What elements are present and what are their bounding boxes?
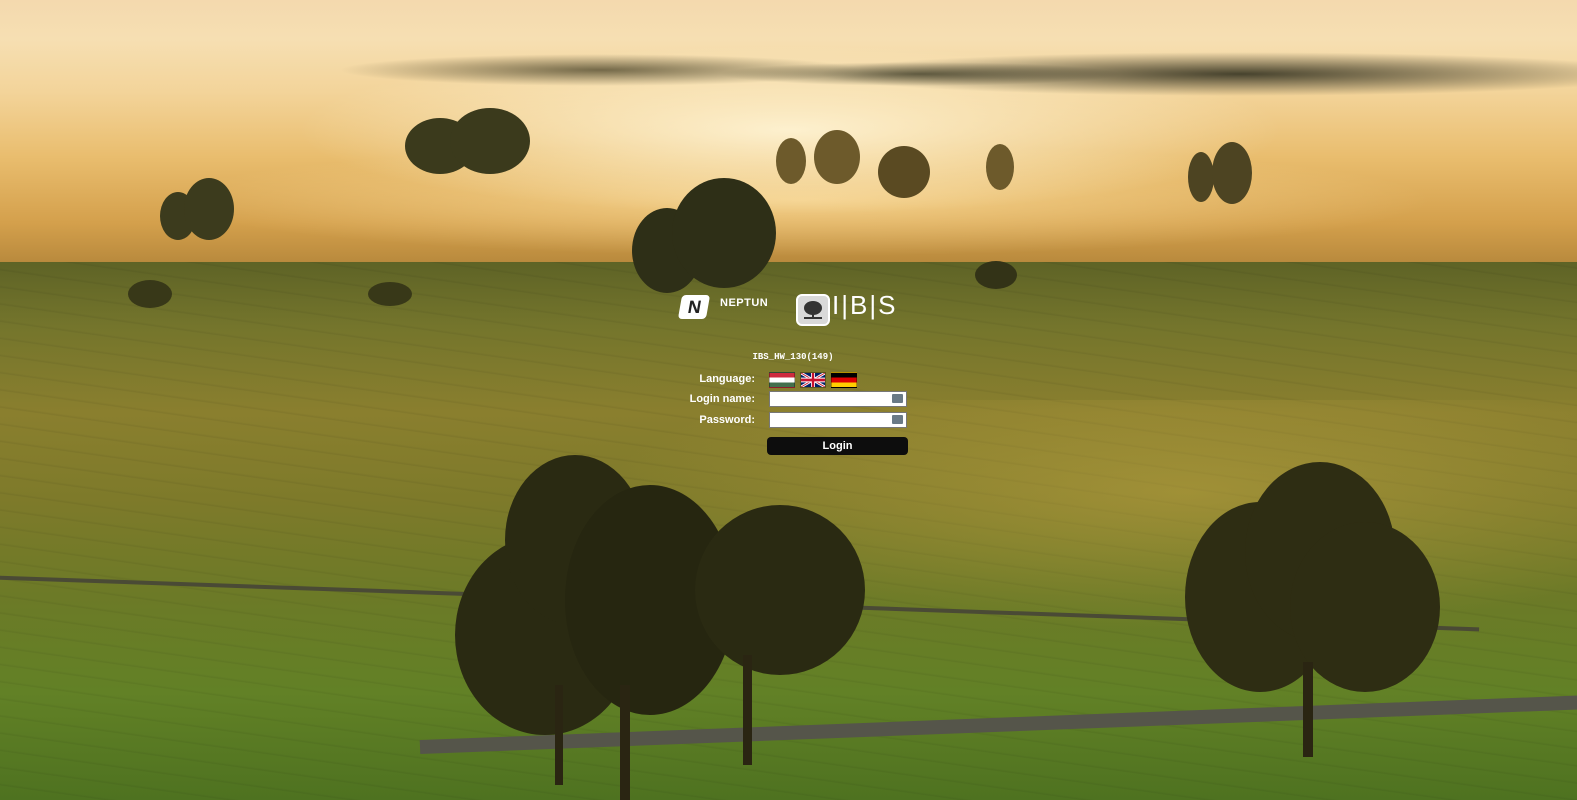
language-selector (769, 372, 857, 388)
tree (405, 108, 530, 174)
tree (1185, 462, 1440, 757)
password-field-wrapper (769, 412, 907, 430)
uk-flag-icon[interactable] (800, 372, 826, 388)
tree (368, 282, 412, 306)
neptun-logo-text: NEPTUN (720, 297, 769, 309)
password-input[interactable] (770, 416, 892, 430)
keyboard-icon[interactable] (892, 415, 903, 424)
hungarian-flag-icon[interactable] (769, 372, 795, 388)
password-label: Password: (699, 414, 755, 426)
tree (776, 130, 866, 186)
tree (975, 261, 1017, 289)
server-name: IBS_HW_130(149) (752, 352, 834, 362)
login-name-input[interactable] (770, 395, 892, 409)
neptun-logo-icon: N (677, 295, 711, 319)
login-name-label: Login name: (689, 393, 755, 405)
keyboard-icon[interactable] (892, 394, 903, 403)
tree (632, 178, 776, 293)
distant-treeline (0, 44, 1577, 104)
german-flag-icon[interactable] (831, 372, 857, 388)
language-label: Language: (699, 373, 755, 385)
logo-bar: N NEPTUN I|B|S (677, 290, 895, 326)
ibs-logo-text: I|B|S (832, 290, 898, 320)
tree (455, 455, 875, 800)
tree (160, 178, 235, 240)
tree (128, 280, 172, 308)
login-button[interactable]: Login (767, 437, 908, 455)
tree (878, 146, 930, 198)
tree (986, 144, 1014, 190)
ibs-tree-emblem-icon (796, 294, 830, 326)
tree (1188, 142, 1252, 204)
login-name-field-wrapper (769, 391, 907, 409)
